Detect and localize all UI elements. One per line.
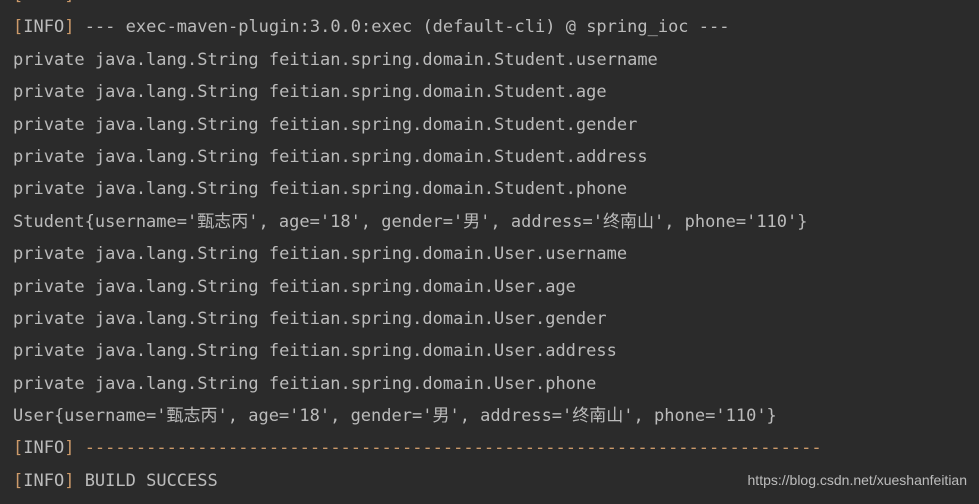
- console-line: private java.lang.String feitian.spring.…: [13, 141, 822, 173]
- log-level-bracket-open: [: [13, 470, 24, 491]
- console-line: private java.lang.String feitian.spring.…: [13, 173, 822, 205]
- console-line-text: private java.lang.String feitian.spring.…: [13, 146, 648, 167]
- console-line-text: BUILD SUCCESS: [74, 470, 218, 491]
- console-line: [INFO] BUILD SUCCESS: [13, 465, 822, 497]
- console-line: private java.lang.String feitian.spring.…: [13, 368, 822, 400]
- console-line-text: private java.lang.String feitian.spring.…: [13, 82, 607, 103]
- log-level-label: INFO: [23, 470, 65, 491]
- watermark-url: https://blog.csdn.net/xueshanfeitian: [747, 471, 967, 488]
- console-line: private java.lang.String feitian.spring.…: [13, 109, 822, 141]
- log-level-bracket-close: ]: [64, 438, 75, 459]
- log-level-bracket-close: ]: [64, 0, 74, 5]
- console-line: private java.lang.String feitian.spring.…: [13, 238, 822, 270]
- console-line-text: private java.lang.String feitian.spring.…: [13, 341, 617, 362]
- console-line-text: --- exec-maven-plugin:3.0.0:exec (defaul…: [74, 17, 730, 38]
- console-line-text: private java.lang.String feitian.spring.…: [13, 276, 576, 297]
- log-level-bracket-open: [: [13, 17, 24, 38]
- console-line: [INFO] --- exec-maven-plugin:3.0.0:exec …: [13, 11, 822, 43]
- console-line-list: [INFO][INFO] --- exec-maven-plugin:3.0.0…: [13, 0, 822, 497]
- console-line-text: private java.lang.String feitian.spring.…: [13, 49, 658, 70]
- console-line-text: private java.lang.String feitian.spring.…: [13, 114, 638, 135]
- console-line-text: User{username='甄志丙', age='18', gender='男…: [13, 406, 777, 427]
- log-level-label: INFO: [23, 438, 65, 459]
- log-level-label: INFO: [23, 17, 65, 38]
- console-line-text: private java.lang.String feitian.spring.…: [13, 244, 628, 265]
- console-line: private java.lang.String feitian.spring.…: [13, 76, 822, 108]
- console-line: User{username='甄志丙', age='18', gender='男…: [13, 400, 822, 432]
- console-line-text: private java.lang.String feitian.spring.…: [13, 373, 597, 394]
- console-line: [INFO] ---------------------------------…: [13, 432, 822, 464]
- console-line: private java.lang.String feitian.spring.…: [13, 44, 822, 76]
- log-level-bracket-close: ]: [64, 470, 75, 491]
- log-level-bracket-close: ]: [64, 17, 75, 38]
- console-line-text: ----------------------------------------…: [74, 438, 822, 459]
- console-line: private java.lang.String feitian.spring.…: [13, 303, 822, 335]
- console-line: private java.lang.String feitian.spring.…: [13, 271, 822, 303]
- console-line: private java.lang.String feitian.spring.…: [13, 335, 822, 367]
- console-line: Student{username='甄志丙', age='18', gender…: [13, 206, 822, 238]
- log-level-bracket-open: [: [13, 0, 23, 5]
- log-level-bracket-open: [: [13, 438, 24, 459]
- console-line-text: private java.lang.String feitian.spring.…: [13, 179, 628, 200]
- maven-console-output: [INFO][INFO] --- exec-maven-plugin:3.0.0…: [0, 0, 979, 504]
- console-line: [INFO]: [13, 0, 822, 11]
- console-line-text: Student{username='甄志丙', age='18', gender…: [13, 211, 808, 232]
- log-level-label: INFO: [23, 0, 64, 5]
- console-line-text: private java.lang.String feitian.spring.…: [13, 308, 607, 329]
